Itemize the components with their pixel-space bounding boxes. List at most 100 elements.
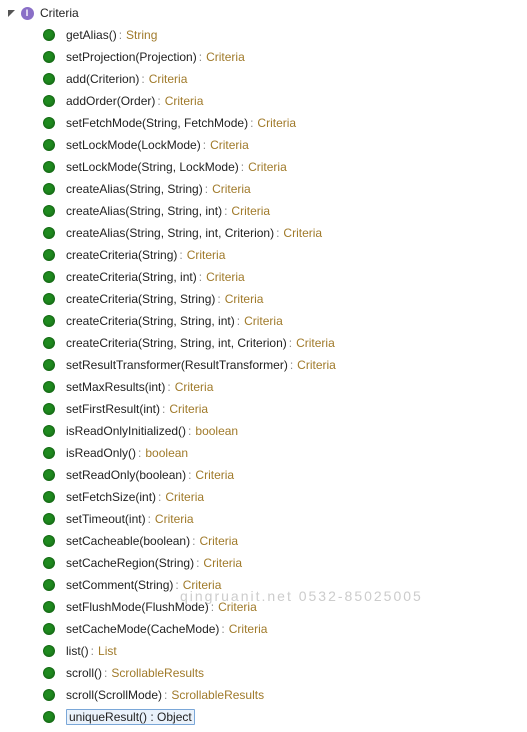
method-signature: createCriteria(String, String, int, Crit… [66,336,287,350]
method-signature: scroll(ScrollMode) [66,688,162,702]
return-type: Criteria [165,490,204,504]
method-row[interactable]: createCriteria(String, String, int):Crit… [42,310,523,332]
public-method-icon [42,270,56,284]
public-method-icon [42,600,56,614]
public-method-icon [42,292,56,306]
method-signature: setProjection(Projection) [66,50,197,64]
separator: : [196,556,199,570]
separator: : [241,160,244,174]
method-row[interactable]: setReadOnly(boolean):Criteria [42,464,523,486]
method-signature: setFetchSize(int) [66,490,156,504]
method-signature-wrap: createCriteria(String, String):Criteria [66,290,263,308]
separator: : [138,446,141,460]
interface-icon: I [20,6,34,20]
separator: : [158,490,161,504]
method-signature: add(Criterion) [66,72,139,86]
method-signature: setComment(String) [66,578,173,592]
method-row[interactable]: createAlias(String, String, int):Criteri… [42,200,523,222]
method-signature: isReadOnly() [66,446,136,460]
return-type: Criteria [199,534,238,548]
method-row[interactable]: add(Criterion):Criteria [42,68,523,90]
public-method-icon [42,182,56,196]
method-row[interactable]: setTimeout(int):Criteria [42,508,523,530]
return-type: Criteria [169,402,208,416]
method-signature: getAlias() [66,28,117,42]
method-row[interactable]: uniqueResult() : Object [42,706,523,728]
separator: : [205,182,208,196]
method-signature: scroll() [66,666,102,680]
method-signature-wrap: setFetchMode(String, FetchMode):Criteria [66,114,296,132]
method-row[interactable]: scroll(ScrollMode):ScrollableResults [42,684,523,706]
return-type: Criteria [248,160,287,174]
method-row[interactable]: setCacheRegion(String):Criteria [42,552,523,574]
method-signature-wrap: setReadOnly(boolean):Criteria [66,466,234,484]
method-signature-wrap: add(Criterion):Criteria [66,70,187,88]
method-signature: addOrder(Order) [66,94,155,108]
method-row[interactable]: createAlias(String, String):Criteria [42,178,523,200]
method-signature-wrap: setCacheable(boolean):Criteria [66,532,238,550]
return-type: Criteria [195,468,234,482]
public-method-icon [42,402,56,416]
method-row[interactable]: setLockMode(LockMode):Criteria [42,134,523,156]
method-row[interactable]: list():List [42,640,523,662]
method-row[interactable]: setProjection(Projection):Criteria [42,46,523,68]
separator: : [276,226,279,240]
method-signature: createCriteria(String, String) [66,292,215,306]
method-row[interactable]: createCriteria(String, int):Criteria [42,266,523,288]
method-row[interactable]: createCriteria(String, String, int, Crit… [42,332,523,354]
separator: : [167,380,170,394]
method-signature-wrap: createCriteria(String, String, int, Crit… [66,334,335,352]
method-row[interactable]: createCriteria(String):Criteria [42,244,523,266]
public-method-icon [42,644,56,658]
method-row[interactable]: setResultTransformer(ResultTransformer):… [42,354,523,376]
method-row[interactable]: setComment(String):Criteria [42,574,523,596]
method-row[interactable]: createAlias(String, String, int, Criteri… [42,222,523,244]
return-type: ScrollableResults [111,666,204,680]
method-signature: setCacheRegion(String) [66,556,194,570]
return-type: Criteria [229,622,268,636]
method-signature: setResultTransformer(ResultTransformer) [66,358,288,372]
method-row[interactable]: setFetchSize(int): Criteria [42,486,523,508]
public-method-icon [42,556,56,570]
method-signature-wrap: createAlias(String, String, int, Criteri… [66,224,322,242]
method-row[interactable]: setFetchMode(String, FetchMode):Criteria [42,112,523,134]
return-type: Criteria [283,226,322,240]
method-signature-wrap: scroll(ScrollMode):ScrollableResults [66,686,264,704]
method-row[interactable]: addOrder(Order):Criteria [42,90,523,112]
method-signature-wrap: list():List [66,642,117,660]
root-label: Criteria [40,6,79,20]
tree-root-row[interactable]: I Criteria [4,4,523,24]
method-signature: setCacheMode(CacheMode) [66,622,219,636]
method-row[interactable]: setLockMode(String, LockMode):Criteria [42,156,523,178]
public-method-icon [42,358,56,372]
separator: : [179,248,182,262]
method-row[interactable]: setFirstResult(int):Criteria [42,398,523,420]
collapse-arrow-icon[interactable] [6,8,16,18]
method-signature-wrap: setLockMode(LockMode):Criteria [66,136,249,154]
method-signature: createCriteria(String, int) [66,270,197,284]
public-method-icon [42,138,56,152]
return-type: Criteria [149,72,188,86]
return-type: String [126,28,157,42]
separator: : [192,534,195,548]
method-row[interactable]: getAlias():String [42,24,523,46]
separator: : [199,50,202,64]
method-row[interactable]: setMaxResults(int):Criteria [42,376,523,398]
public-method-icon [42,512,56,526]
method-row[interactable]: scroll():ScrollableResults [42,662,523,684]
public-method-icon [42,688,56,702]
return-type: Criteria [231,204,270,218]
separator: : [203,138,206,152]
method-row[interactable]: setFlushMode(FlushMode):Criteria [42,596,523,618]
public-method-icon [42,116,56,130]
method-row[interactable]: isReadOnly():boolean [42,442,523,464]
method-signature-wrap: createAlias(String, String):Criteria [66,180,251,198]
method-row[interactable]: createCriteria(String, String):Criteria [42,288,523,310]
method-row[interactable]: setCacheMode(CacheMode):Criteria [42,618,523,640]
return-type: Criteria [206,270,245,284]
method-signature-wrap: createCriteria(String, String, int):Crit… [66,312,283,330]
method-row[interactable]: isReadOnlyInitialized():boolean [42,420,523,442]
method-signature-wrap: setTimeout(int):Criteria [66,510,194,528]
separator: : [157,94,160,108]
method-row[interactable]: setCacheable(boolean):Criteria [42,530,523,552]
